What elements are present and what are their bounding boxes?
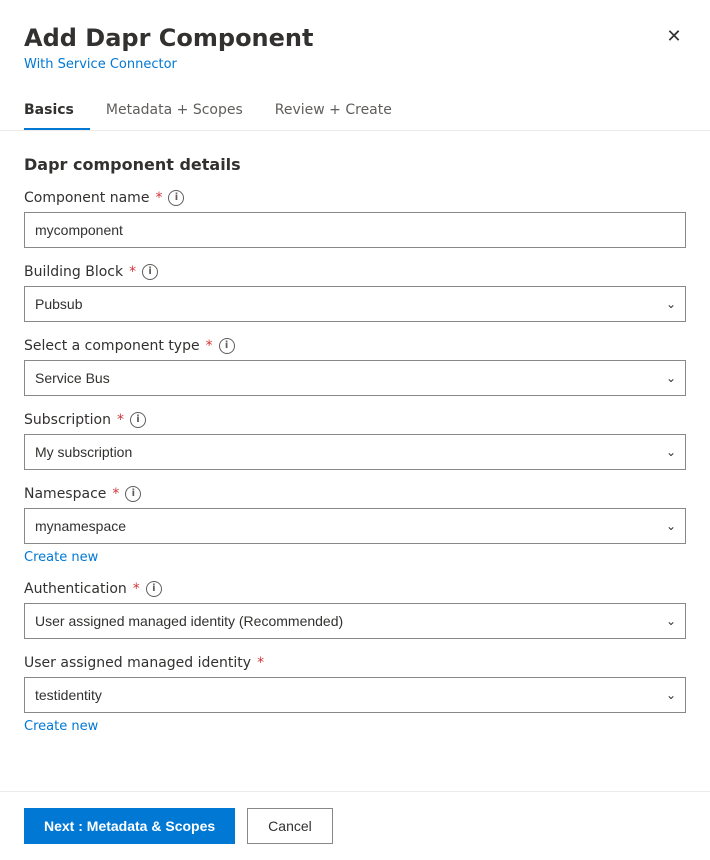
field-authentication: Authentication * i User assigned managed… xyxy=(24,581,686,639)
info-icon-subscription[interactable]: i xyxy=(130,412,146,428)
field-subscription: Subscription * i My subscription ⌄ xyxy=(24,412,686,470)
dialog-footer: Next : Metadata & Scopes Cancel xyxy=(0,791,710,860)
subscription-select[interactable]: My subscription xyxy=(24,434,686,470)
field-label-authentication: Authentication * i xyxy=(24,581,686,597)
field-label-component-type: Select a component type * i xyxy=(24,338,686,354)
dialog-subtitle: With Service Connector xyxy=(24,57,686,72)
label-text-namespace: Namespace xyxy=(24,486,106,502)
add-dapr-component-dialog: Add Dapr Component With Service Connecto… xyxy=(0,0,710,860)
field-label-namespace: Namespace * i xyxy=(24,486,686,502)
label-text-component-name: Component name xyxy=(24,190,149,206)
dialog-header: Add Dapr Component With Service Connecto… xyxy=(0,0,710,84)
info-icon-building-block[interactable]: i xyxy=(142,264,158,280)
required-star-subscription: * xyxy=(117,412,124,428)
info-icon-component-type[interactable]: i xyxy=(219,338,235,354)
building-block-select[interactable]: Pubsub State Binding Secret xyxy=(24,286,686,322)
close-button[interactable]: ✕ xyxy=(658,20,690,52)
form-content: Dapr component details Component name * … xyxy=(0,131,710,791)
tab-review-create[interactable]: Review + Create xyxy=(275,92,408,130)
required-star-namespace: * xyxy=(112,486,119,502)
field-label-component-name: Component name * i xyxy=(24,190,686,206)
user-identity-select[interactable]: testidentity xyxy=(24,677,686,713)
required-star-component-name: * xyxy=(155,190,162,206)
cancel-button[interactable]: Cancel xyxy=(247,808,333,844)
authentication-select[interactable]: User assigned managed identity (Recommen… xyxy=(24,603,686,639)
field-label-subscription: Subscription * i xyxy=(24,412,686,428)
label-text-user-identity: User assigned managed identity xyxy=(24,655,251,671)
field-label-user-identity: User assigned managed identity * xyxy=(24,655,686,671)
field-namespace: Namespace * i mynamespace ⌄ Create new xyxy=(24,486,686,565)
required-star-user-identity: * xyxy=(257,655,264,671)
building-block-select-wrapper: Pubsub State Binding Secret ⌄ xyxy=(24,286,686,322)
namespace-select-wrapper: mynamespace ⌄ xyxy=(24,508,686,544)
namespace-select[interactable]: mynamespace xyxy=(24,508,686,544)
required-star-building-block: * xyxy=(129,264,136,280)
component-name-input[interactable] xyxy=(24,212,686,248)
info-icon-authentication[interactable]: i xyxy=(146,581,162,597)
label-text-building-block: Building Block xyxy=(24,264,123,280)
component-type-select[interactable]: Service Bus Azure Storage Queue Azure Ev… xyxy=(24,360,686,396)
user-identity-create-new-link[interactable]: Create new xyxy=(24,719,98,734)
component-type-select-wrapper: Service Bus Azure Storage Queue Azure Ev… xyxy=(24,360,686,396)
dialog-title: Add Dapr Component xyxy=(24,24,686,53)
field-user-identity: User assigned managed identity * testide… xyxy=(24,655,686,734)
info-icon-component-name[interactable]: i xyxy=(168,190,184,206)
info-icon-namespace[interactable]: i xyxy=(125,486,141,502)
section-title: Dapr component details xyxy=(24,155,686,174)
field-building-block: Building Block * i Pubsub State Binding … xyxy=(24,264,686,322)
label-text-authentication: Authentication xyxy=(24,581,127,597)
namespace-create-new-link[interactable]: Create new xyxy=(24,550,98,565)
user-identity-select-wrapper: testidentity ⌄ xyxy=(24,677,686,713)
label-text-component-type: Select a component type xyxy=(24,338,200,354)
subscription-select-wrapper: My subscription ⌄ xyxy=(24,434,686,470)
field-component-name: Component name * i xyxy=(24,190,686,248)
next-button[interactable]: Next : Metadata & Scopes xyxy=(24,808,235,844)
authentication-select-wrapper: User assigned managed identity (Recommen… xyxy=(24,603,686,639)
tab-navigation: Basics Metadata + Scopes Review + Create xyxy=(0,92,710,131)
field-label-building-block: Building Block * i xyxy=(24,264,686,280)
required-star-authentication: * xyxy=(133,581,140,597)
tab-basics[interactable]: Basics xyxy=(24,92,90,130)
field-component-type: Select a component type * i Service Bus … xyxy=(24,338,686,396)
tab-metadata-scopes[interactable]: Metadata + Scopes xyxy=(106,92,259,130)
label-text-subscription: Subscription xyxy=(24,412,111,428)
required-star-component-type: * xyxy=(206,338,213,354)
